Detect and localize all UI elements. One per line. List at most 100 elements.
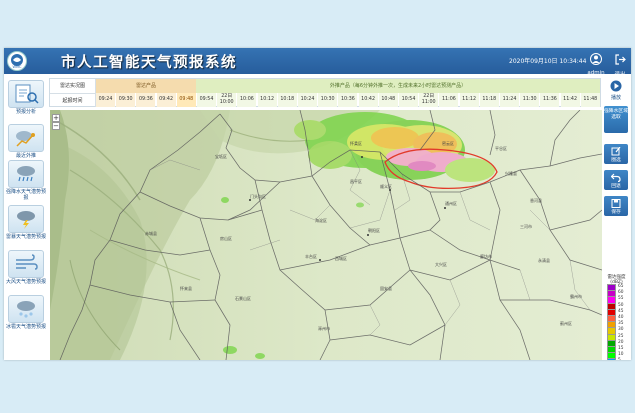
time-step[interactable]: 11:06 [439,93,459,107]
time-step[interactable]: 11:12 [459,93,479,107]
logout-label: 退出 [614,72,626,78]
app-window: WMC 市人工智能天气预报系统 2020年09月10日 10:34:44 adm… [4,48,631,360]
current-datetime: 2020年09月10日 10:34:44 [509,58,587,65]
time-step[interactable]: 22日 10:00 [217,93,237,107]
logout-icon [614,54,626,65]
time-step[interactable]: 09:54 [197,93,216,107]
draw-icon [611,147,621,156]
undo-label: 回退 [611,184,621,189]
zoom-in-button[interactable]: + [52,114,60,122]
time-step[interactable]: 11:24 [500,93,519,107]
time-step[interactable]: 09:48 [176,93,196,107]
save-icon [611,199,621,208]
zoom-control: + − [52,114,60,130]
gale-icon [16,254,38,270]
place-label: 门头沟区 [250,193,266,199]
place-label: 西城区 [335,255,347,261]
sidebar-item-extrapolation[interactable]: 最近外推 [6,124,46,159]
play-label: 播放 [610,95,621,101]
undo-button[interactable]: 回退 [604,170,628,190]
place-label: 蓟州区 [560,320,572,326]
sidebar-item-hail[interactable]: 冰雹天气潜势预报 [6,295,46,330]
logout-button[interactable]: 退出 [611,50,629,78]
legend-row: 5 [607,358,629,360]
place-label: 固安县 [380,285,392,291]
time-step[interactable]: 09:42 [156,93,176,107]
place-label: 房山区 [220,235,232,241]
time-step[interactable]: 09:24 [96,93,115,107]
time-step[interactable]: 10:24 [298,93,317,107]
sidebar-item-gale[interactable]: 大风天气潜势预报 [6,250,46,285]
time-step[interactable]: 10:30 [318,93,338,107]
place-label: 宝坻区 [215,153,227,159]
time-step[interactable]: 09:30 [116,93,136,107]
time-step[interactable]: 09:36 [136,93,156,107]
time-step[interactable]: 11:18 [479,93,499,107]
radar-legend: 65605550454035302520151050-5 [607,284,629,360]
time-step[interactable]: 10:54 [399,93,418,107]
save-button[interactable]: 保存 [604,196,628,216]
play-button[interactable]: 播放 [604,80,628,101]
sidebar-item-label: 大风天气潜势预报 [6,279,47,285]
thunderstorm-icon [17,211,35,229]
time-selector: 雷达实况图 起报时间 雷达产品 外推产品（每6分钟外推一次，生成未来2小时雷达预… [49,78,601,107]
svg-text:WMC: WMC [13,65,22,69]
time-step[interactable]: 10:18 [277,93,297,107]
save-label: 保存 [611,210,621,215]
time-step[interactable]: 11:36 [540,93,560,107]
time-step[interactable]: 10:06 [237,93,257,107]
undo-icon [611,173,621,182]
wmc-logo: WMC [7,51,27,71]
time-label: 10:00 [219,100,234,105]
time-step[interactable]: 10:36 [338,93,358,107]
radar-map[interactable]: 宝坻区 怀柔区 密云区 平谷区 昌平区 顺义区 通州区 门头沟区 海淀区 朝阳区… [50,110,602,360]
sidebar-item-label: 最近外推 [15,153,36,159]
time-step[interactable]: 10:42 [358,93,378,107]
place-label: 怀来县 [180,285,192,291]
place-label: 海淀区 [315,217,327,223]
time-step[interactable]: 11:30 [520,93,540,107]
place-label: 怀柔区 [350,140,362,146]
time-step[interactable]: 11:42 [560,93,580,107]
draw-label: 圈选 [611,158,621,163]
legend-value: 5 [618,358,621,360]
radar-observation-band: 雷达产品 [96,79,196,93]
time-label: 11:00 [421,100,436,105]
extrapolation-forecast-band: 外推产品（每6分钟外推一次，生成未来2小时雷达预测产品） [196,79,600,93]
place-label: 丰台区 [305,253,317,259]
user-name: admin [587,70,605,76]
heavy-rain-icon [17,166,35,182]
timeline-row1-label: 雷达实况图 [50,79,96,93]
place-label: 三河市 [520,223,532,229]
time-step[interactable]: 10:12 [257,93,277,107]
place-label: 涿州市 [318,325,330,331]
legend-swatch [607,358,616,360]
user-avatar-icon [590,53,602,65]
hail-icon [17,301,35,318]
header-bar: WMC 市人工智能天气预报系统 2020年09月10日 10:34:44 adm… [4,48,631,78]
draw-button[interactable]: 圈选 [604,144,628,164]
sidebar-item-label: 冰雹天气潜势预报 [6,324,47,330]
user-menu[interactable]: admin [586,50,606,76]
place-label: 顺义区 [380,183,392,189]
sidebar-item-heavy-rain[interactable]: 强降水天气潜势预报 [6,160,46,201]
timeline-row2-label: 起报时间 [50,93,96,107]
time-step[interactable]: 22日 11:00 [419,93,439,107]
zoom-out-button[interactable]: − [52,122,60,130]
place-label: 平谷区 [495,145,507,151]
map-canvas[interactable]: 宝坻区 怀柔区 密云区 平谷区 昌平区 顺义区 通州区 门头沟区 海淀区 朝阳区… [50,110,602,360]
time-step[interactable]: 11:48 [580,93,600,107]
area-select-button[interactable]: 强降水区域选取 [604,106,628,133]
place-label: 霸州市 [570,293,582,299]
sidebar-item-forecast-analysis[interactable]: 预报分析 [6,80,46,115]
place-label: 石景山区 [235,295,251,301]
place-label: 朝阳区 [368,227,380,233]
sidebar-item-label: 雷暴天气潜势预报 [6,234,47,240]
place-label: 永清县 [538,257,550,263]
time-step[interactable]: 10:48 [378,93,398,107]
place-label: 廊坊市 [480,253,492,259]
place-label: 赤城县 [145,230,157,236]
sidebar-item-thunderstorm[interactable]: 雷暴天气潜势预报 [6,205,46,240]
area-select-label: 强降水区域选取 [604,109,628,120]
sidebar-item-label: 预报分析 [15,109,36,115]
